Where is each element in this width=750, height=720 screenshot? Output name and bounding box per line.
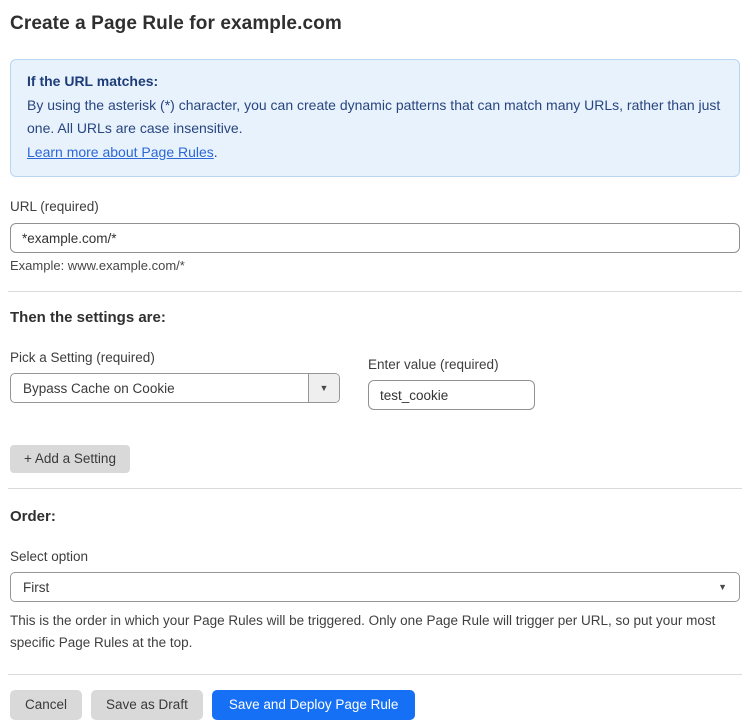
setting-picker-column: Pick a Setting (required) Bypass Cache o…	[10, 350, 340, 403]
order-select-label: Select option	[10, 549, 740, 564]
cancel-button[interactable]: Cancel	[10, 690, 82, 720]
order-select-value: First	[11, 580, 718, 595]
caret-down-icon: ▼	[718, 583, 739, 592]
setting-value-input[interactable]	[368, 380, 535, 410]
settings-row: Pick a Setting (required) Bypass Cache o…	[10, 350, 740, 410]
info-box-heading: If the URL matches:	[27, 70, 723, 94]
setting-select[interactable]: Bypass Cache on Cookie ▼	[10, 373, 340, 403]
caret-down-icon: ▼	[320, 384, 329, 393]
url-matches-info-box: If the URL matches: By using the asteris…	[10, 59, 740, 177]
setting-select-arrow-button[interactable]: ▼	[308, 374, 339, 402]
settings-section-heading: Then the settings are:	[10, 309, 740, 326]
order-help-text: This is the order in which your Page Rul…	[10, 610, 720, 654]
setting-picker-label: Pick a Setting (required)	[10, 350, 340, 365]
info-box-link-row: Learn more about Page Rules.	[27, 141, 723, 165]
setting-value-label: Enter value (required)	[368, 357, 535, 372]
order-section-heading: Order:	[10, 508, 740, 525]
save-as-draft-button[interactable]: Save as Draft	[91, 690, 203, 720]
page-title: Create a Page Rule for example.com	[10, 13, 740, 35]
add-setting-button[interactable]: + Add a Setting	[10, 445, 130, 473]
divider	[8, 674, 742, 675]
save-and-deploy-button[interactable]: Save and Deploy Page Rule	[212, 690, 416, 720]
url-field-label: URL (required)	[10, 199, 740, 214]
url-example-hint: Example: www.example.com/*	[10, 258, 740, 273]
info-box-body: By using the asterisk (*) character, you…	[27, 94, 723, 141]
divider	[8, 291, 742, 292]
divider	[8, 488, 742, 489]
footer-actions: Cancel Save as Draft Save and Deploy Pag…	[10, 690, 740, 720]
setting-select-value: Bypass Cache on Cookie	[11, 381, 308, 396]
url-input[interactable]	[10, 223, 740, 253]
order-select[interactable]: First ▼	[10, 572, 740, 602]
link-period: .	[214, 144, 218, 160]
setting-value-column: Enter value (required)	[368, 357, 535, 410]
learn-more-link[interactable]: Learn more about Page Rules	[27, 144, 214, 160]
